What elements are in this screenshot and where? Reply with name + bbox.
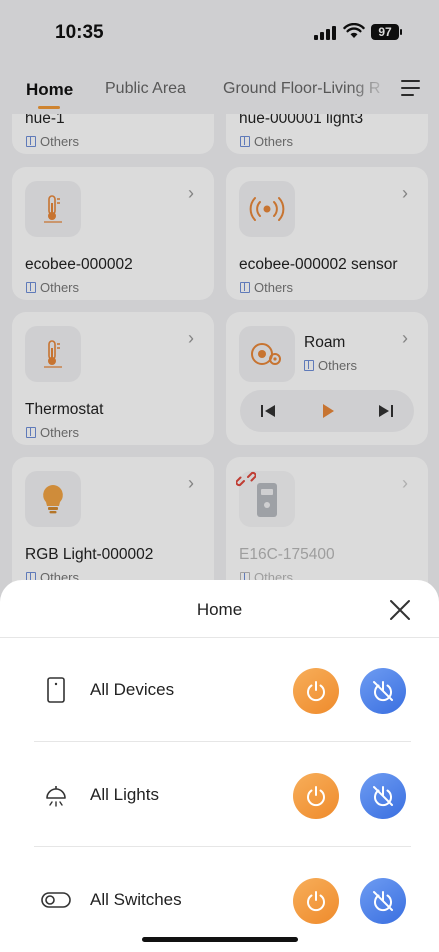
toggle-switch-icon [40, 886, 72, 914]
row-label: All Lights [90, 785, 159, 804]
bottom-sheet: Home All Devices All Lights All Switches [0, 580, 439, 952]
power-off-icon [373, 786, 393, 807]
all-devices-off-button[interactable] [360, 668, 406, 714]
power-icon [307, 786, 325, 807]
power-icon [307, 891, 325, 912]
sheet-title: Home [196, 600, 243, 619]
power-off-icon [373, 891, 393, 912]
lamp-icon [40, 781, 72, 809]
power-off-icon [373, 681, 393, 702]
row-all-devices: All Devices [0, 638, 439, 742]
home-indicator[interactable] [142, 937, 298, 942]
row-label: All Devices [90, 680, 175, 699]
row-all-lights: All Lights [0, 743, 439, 847]
all-lights-on-button[interactable] [293, 773, 339, 819]
power-icon [307, 681, 325, 702]
phone-device-icon [40, 676, 72, 704]
close-icon[interactable] [386, 596, 414, 624]
row-label: All Switches [90, 890, 182, 909]
all-lights-off-button[interactable] [360, 773, 406, 819]
all-devices-on-button[interactable] [293, 668, 339, 714]
all-switches-on-button[interactable] [293, 878, 339, 924]
all-switches-off-button[interactable] [360, 878, 406, 924]
